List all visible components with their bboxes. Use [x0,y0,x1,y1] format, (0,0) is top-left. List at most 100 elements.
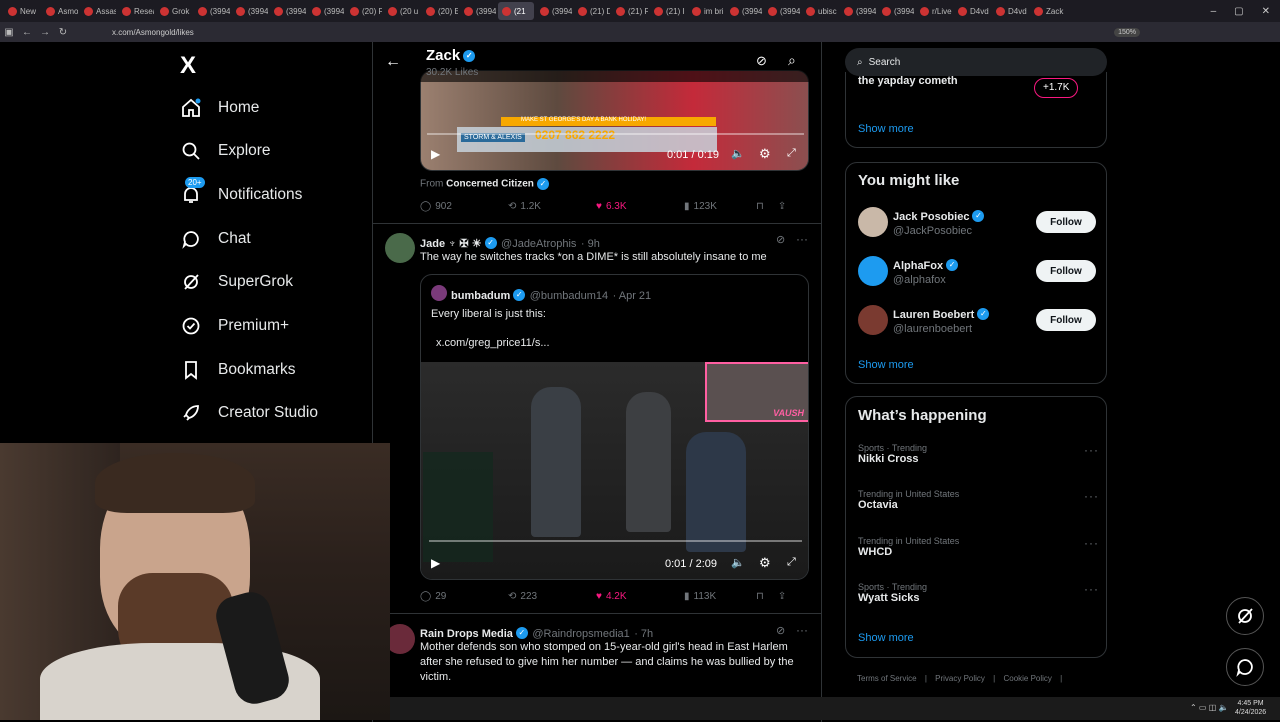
zoom-level[interactable]: 150% [1114,27,1140,37]
back-nav-icon[interactable]: ← [18,27,36,38]
volume-icon[interactable]: 🔈 [731,556,745,569]
space-title[interactable]: the yapday cometh [858,75,958,87]
like-button[interactable]: ♥ 4.2K [596,591,684,602]
back-arrow-icon[interactable]: ← [385,53,401,71]
fullscreen-icon[interactable]: ⤢ [787,556,796,569]
share-icon[interactable]: ⇪ [778,591,786,602]
browser-tab[interactable]: (3994 [194,2,230,20]
x-logo[interactable]: X [180,52,196,80]
repost-button[interactable]: ⟲ 223 [508,591,596,602]
sidebar-toggle-icon[interactable]: ▣ [0,27,18,38]
browser-tab[interactable]: Resea [118,2,154,20]
more-icon[interactable]: ··· [1084,582,1099,596]
nav-item-home[interactable]: Home [180,93,259,123]
like-button[interactable]: ♥ 6.3K [596,201,684,212]
avatar[interactable] [385,233,415,263]
share-icon[interactable]: ⇪ [778,201,786,212]
minimize-icon[interactable]: – [1211,6,1217,17]
show-more-link[interactable]: Show more [858,632,914,644]
trend-item[interactable]: Sports · Trending Wyatt Sicks [858,582,927,604]
close-window-icon[interactable]: ✕ [1262,6,1270,17]
browser-tab[interactable]: Assas [80,2,116,20]
repost-button[interactable]: ⟲ 1.2K [508,201,596,212]
reload-icon[interactable]: ↻ [54,27,72,38]
quote-author-name[interactable]: bumbadum [451,290,510,302]
avatar[interactable] [858,207,888,237]
browser-tab[interactable]: (21) D [574,2,610,20]
search-icon[interactable]: ⌕ [788,52,796,69]
browser-tab[interactable]: ubisc [802,2,838,20]
play-icon[interactable]: ▶ [431,147,440,161]
more-icon[interactable]: ··· [1084,536,1099,550]
suggested-user[interactable]: Lauren Boebert ✓ @laurenboebert [893,305,990,335]
messages-fab-button[interactable] [1226,648,1264,686]
video-progress[interactable] [429,540,802,542]
nav-item-bookmarks[interactable]: Bookmarks [180,355,296,385]
nav-item-chat[interactable]: Chat [180,224,251,254]
follow-button[interactable]: Follow [1036,309,1096,331]
more-icon[interactable]: ··· [1084,489,1099,503]
footer-link[interactable]: Privacy Policy [935,674,985,683]
settings-icon[interactable]: ⚙ [759,146,771,162]
settings-icon[interactable]: ⚙ [759,555,771,571]
bookmark-icon[interactable]: ⊓ [756,591,764,602]
show-more-link[interactable]: Show more [858,123,914,135]
tweet-time[interactable]: · 9h [581,238,600,250]
browser-tab[interactable]: r/Live [916,2,952,20]
browser-tab[interactable]: (3994 [764,2,800,20]
quote-tweet[interactable]: bumbadum ✓ @bumbadum14 · Apr 21 Every lib… [420,274,809,580]
grok-icon[interactable]: ⊘ [776,624,785,637]
author-handle[interactable]: @JadeAtrophis [501,238,576,250]
footer-link[interactable]: Terms of Service [857,674,917,683]
forward-nav-icon[interactable]: → [36,27,54,38]
browser-tab[interactable]: (3994 [308,2,344,20]
author-handle[interactable]: @Raindropsmedia1 [532,628,629,640]
grok-fab-button[interactable] [1226,597,1264,635]
listeners-pill[interactable]: +1.7K [1034,78,1079,98]
author-name[interactable]: Rain Drops Media [420,628,513,640]
reply-button[interactable]: ◯ 902 [420,201,508,212]
follow-button[interactable]: Follow [1036,260,1096,282]
more-icon[interactable]: ··· [796,232,808,246]
browser-tab[interactable]: (3994 [460,2,496,20]
browser-tab[interactable]: D4vd [954,2,990,20]
tweet-time[interactable]: · 7h [634,628,653,640]
trend-item[interactable]: Sports · Trending Nikki Cross [858,443,927,465]
avatar[interactable] [858,256,888,286]
more-icon[interactable]: ··· [1084,443,1099,457]
browser-tab[interactable]: (3994 [232,2,268,20]
browser-tab[interactable]: Grok [156,2,192,20]
maximize-icon[interactable]: ▢ [1234,6,1243,17]
source-name[interactable]: Concerned Citizen [446,179,534,190]
play-icon[interactable]: ▶ [431,556,440,570]
browser-tab[interactable]: (20) F [346,2,382,20]
bookmark-icon[interactable]: ⊓ [756,201,764,212]
browser-tab[interactable]: (3994 [840,2,876,20]
reply-button[interactable]: ◯ 29 [420,591,508,602]
browser-tab[interactable]: Zack [1030,2,1066,20]
url-field[interactable]: x.com/Asmongold/likes [112,28,194,37]
browser-tab[interactable]: (3994 [536,2,572,20]
follow-button[interactable]: Follow [1036,211,1096,233]
trend-item[interactable]: Trending in United States Octavia [858,489,959,511]
browser-tab[interactable]: (21 [498,2,534,20]
browser-tab[interactable]: (21) I [650,2,686,20]
trend-item[interactable]: Trending in United States WHCD [858,536,959,558]
browser-tab[interactable]: (21) F [612,2,648,20]
nav-item-creator-studio[interactable]: Creator Studio [180,398,318,428]
volume-icon[interactable]: 🔈 [731,147,745,160]
fullscreen-icon[interactable]: ⤢ [787,147,796,160]
browser-tab[interactable]: (3994 [726,2,762,20]
quote-link[interactable]: x.com/greg_price11/s... [436,336,550,351]
avatar[interactable] [858,305,888,335]
suggested-user[interactable]: Jack Posobiec ✓ @JackPosobiec [893,207,985,237]
browser-tab[interactable]: New [4,2,40,20]
taskbar-clock[interactable]: 4:45 PM 4/24/2026 [1235,699,1266,717]
grok-icon[interactable]: ⊘ [756,53,767,69]
browser-tab[interactable]: D4vd [992,2,1028,20]
browser-tab[interactable]: (20) E [422,2,458,20]
browser-tab[interactable]: im bri [688,2,724,20]
grok-icon[interactable]: ⊘ [776,233,785,246]
tray-icons[interactable]: ⌃ ▭ ◫ 🔈 [1190,703,1228,712]
browser-tab[interactable]: (20 u [384,2,420,20]
